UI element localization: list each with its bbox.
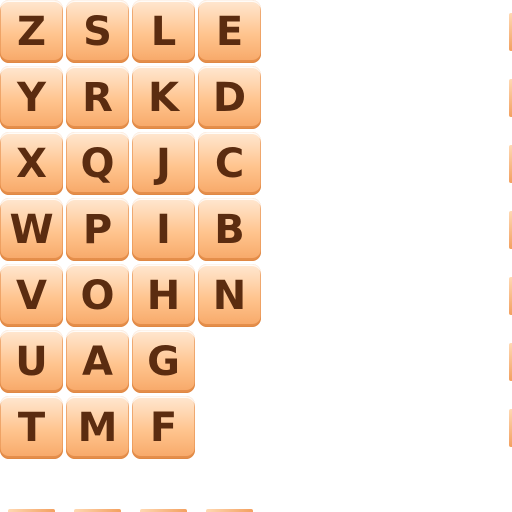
letter-tile[interactable]: M	[66, 396, 129, 459]
empty-slot	[198, 396, 261, 459]
game-board: Z S L E Y R K D X Q J C W P I B V O H N …	[0, 0, 512, 512]
letter-tile[interactable]: W	[0, 198, 63, 261]
letter-tile[interactable]: I	[132, 198, 195, 261]
letter-tile[interactable]: E	[198, 0, 261, 63]
letter-tile[interactable]: F	[132, 396, 195, 459]
letter-tile[interactable]: U	[0, 330, 63, 393]
letter-tile[interactable]: D	[198, 66, 261, 129]
letter-tile[interactable]: Y	[0, 66, 63, 129]
empty-slot	[198, 330, 261, 393]
letter-tile[interactable]: S	[66, 0, 129, 63]
letter-tile[interactable]: T	[0, 396, 63, 459]
letter-tile[interactable]: G	[132, 330, 195, 393]
letter-tile[interactable]: L	[132, 0, 195, 63]
letter-tile[interactable]: X	[0, 132, 63, 195]
letter-tile-grid: Z S L E Y R K D X Q J C W P I B V O H N …	[0, 0, 261, 459]
letter-tile[interactable]: J	[132, 132, 195, 195]
letter-tile[interactable]: O	[66, 264, 129, 327]
letter-tile[interactable]: C	[198, 132, 261, 195]
letter-tile[interactable]: H	[132, 264, 195, 327]
letter-tile[interactable]: A	[66, 330, 129, 393]
letter-tile[interactable]: Z	[0, 0, 63, 63]
letter-tile[interactable]: V	[0, 264, 63, 327]
letter-tile[interactable]: B	[198, 198, 261, 261]
letter-tile[interactable]: N	[198, 264, 261, 327]
letter-tile[interactable]: K	[132, 66, 195, 129]
letter-tile[interactable]: P	[66, 198, 129, 261]
letter-tile[interactable]: Q	[66, 132, 129, 195]
letter-tile[interactable]: R	[66, 66, 129, 129]
